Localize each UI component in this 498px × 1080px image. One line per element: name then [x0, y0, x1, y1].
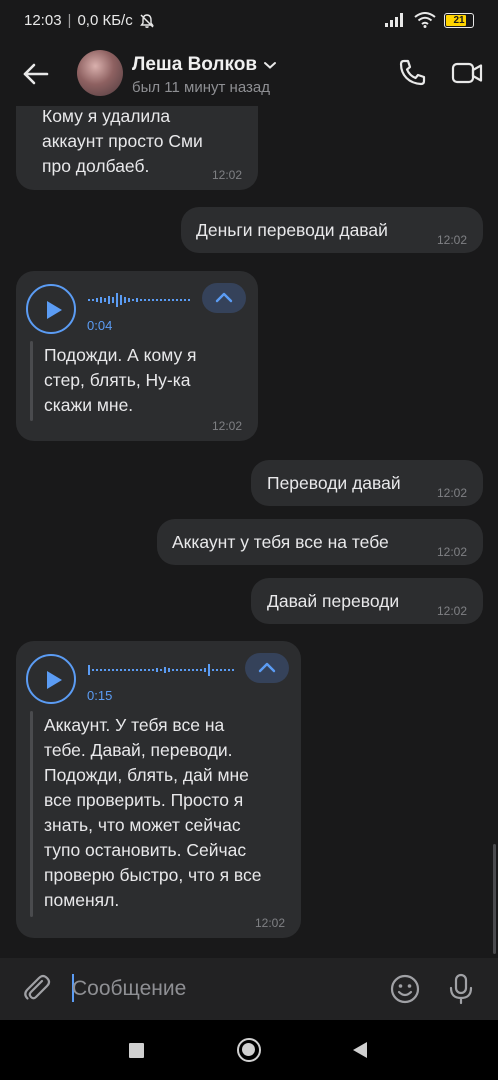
transcript-line: Подожди. А кому я [44, 345, 197, 365]
message-outgoing[interactable]: Давай переводи 12:02 [251, 578, 483, 624]
transcript-divider [30, 711, 33, 917]
emoji-icon[interactable] [388, 972, 422, 1006]
wifi-icon [414, 12, 436, 28]
contact-name-button[interactable]: Леша Волков [132, 54, 277, 76]
status-time: 12:03 [24, 12, 62, 29]
message-text: Деньги переводи давай [196, 220, 388, 240]
chevron-up-icon [215, 292, 233, 303]
voice-transcript: Подожди. А кому я стер, блять, Ну-ка ска… [44, 343, 197, 418]
transcript-line: тебе. Давай, переводи. [44, 740, 233, 760]
transcript-line: стер, блять, Ну-ка [44, 370, 191, 390]
back-arrow-icon[interactable] [20, 58, 52, 90]
message-line: про долбаеб. [42, 156, 150, 176]
message-text: Аккаунт у тебя все на тебе [172, 532, 389, 552]
phone-icon[interactable] [395, 56, 429, 90]
voice-message-incoming[interactable]: 0:15 Аккаунт. У тебя все на тебе. Давай,… [16, 641, 301, 938]
mute-bell-icon [139, 13, 154, 28]
last-seen-status: был 11 минут назад [132, 79, 270, 96]
transcript-line: Аккаунт. У тебя все на [44, 715, 225, 735]
message-outgoing[interactable]: Переводи давай 12:02 [251, 460, 483, 506]
voice-duration: 0:15 [87, 688, 113, 703]
battery-indicator: 21 [444, 12, 474, 28]
contact-name: Леша Волков [132, 54, 258, 75]
transcript-line: все проверить. Просто я [44, 790, 244, 810]
message-time: 12:02 [436, 545, 467, 559]
message-time: 12:02 [436, 604, 467, 618]
transcript-line: проверю быстро, что я все [44, 865, 262, 885]
recent-apps-button[interactable] [129, 1043, 144, 1058]
message-text: Кому я удалила аккаунт просто Сми про до… [42, 106, 203, 179]
message-line: Кому я удалила [42, 106, 171, 126]
audio-waveform[interactable] [88, 661, 234, 679]
status-right: 21 [384, 12, 474, 28]
transcript-line: Подожди, блять, дай мне [44, 765, 249, 785]
message-time: 12:02 [436, 486, 467, 500]
collapse-transcript-button[interactable] [202, 283, 246, 313]
collapse-transcript-button[interactable] [245, 653, 289, 683]
voice-message-incoming[interactable]: 0:04 Подожди. А кому я стер, блять, Ну-к… [16, 271, 258, 441]
attach-icon[interactable] [20, 972, 54, 1006]
play-button[interactable] [26, 284, 76, 334]
status-left: 12:03 | 0,0 КБ/с [24, 12, 155, 29]
status-bar: 12:03 | 0,0 КБ/с 21 [0, 0, 498, 42]
transcript-line: поменял. [44, 890, 120, 910]
status-separator: | [67, 12, 72, 29]
signal-icon [385, 13, 403, 27]
transcript-line: скажи мне. [44, 395, 134, 415]
message-incoming[interactable]: Кому я удалила аккаунт просто Сми про до… [16, 106, 258, 190]
voice-duration: 0:04 [87, 318, 113, 333]
message-outgoing[interactable]: Деньги переводи давай 12:02 [181, 207, 483, 253]
microphone-icon[interactable] [444, 972, 478, 1006]
video-icon[interactable] [450, 56, 484, 90]
back-triangle-icon[interactable] [352, 1041, 368, 1059]
audio-waveform[interactable] [88, 291, 192, 309]
home-button[interactable] [237, 1038, 261, 1062]
avatar[interactable] [77, 50, 123, 96]
message-input[interactable] [72, 972, 372, 1006]
message-text: Переводи давай [267, 473, 401, 493]
message-time: 12:02 [211, 168, 242, 182]
message-time: 12:02 [254, 916, 285, 930]
message-time: 12:02 [211, 419, 242, 433]
chevron-up-icon [258, 662, 276, 673]
play-button[interactable] [26, 654, 76, 704]
chat-header: Леша Волков был 11 минут назад [0, 42, 498, 106]
message-line: аккаунт просто Сми [42, 131, 203, 151]
message-composer [0, 958, 498, 1020]
message-list[interactable]: Кому я удалила аккаунт просто Сми про до… [0, 106, 498, 958]
network-speed: 0,0 КБ/с [77, 12, 133, 29]
transcript-line: тупо остановить. Сейчас [44, 840, 247, 860]
transcript-divider [30, 341, 33, 421]
message-outgoing[interactable]: Аккаунт у тебя все на тебе 12:02 [157, 519, 483, 565]
voice-transcript: Аккаунт. У тебя все на тебе. Давай, пере… [44, 713, 262, 913]
battery-level: 21 [453, 14, 465, 26]
system-nav-bar [0, 1020, 498, 1080]
scrollbar[interactable] [493, 844, 496, 954]
chevron-down-icon [264, 62, 277, 69]
message-text: Давай переводи [267, 591, 400, 611]
message-time: 12:02 [436, 233, 467, 247]
transcript-line: знать, что может сейчас [44, 815, 241, 835]
home-dot [242, 1043, 255, 1056]
